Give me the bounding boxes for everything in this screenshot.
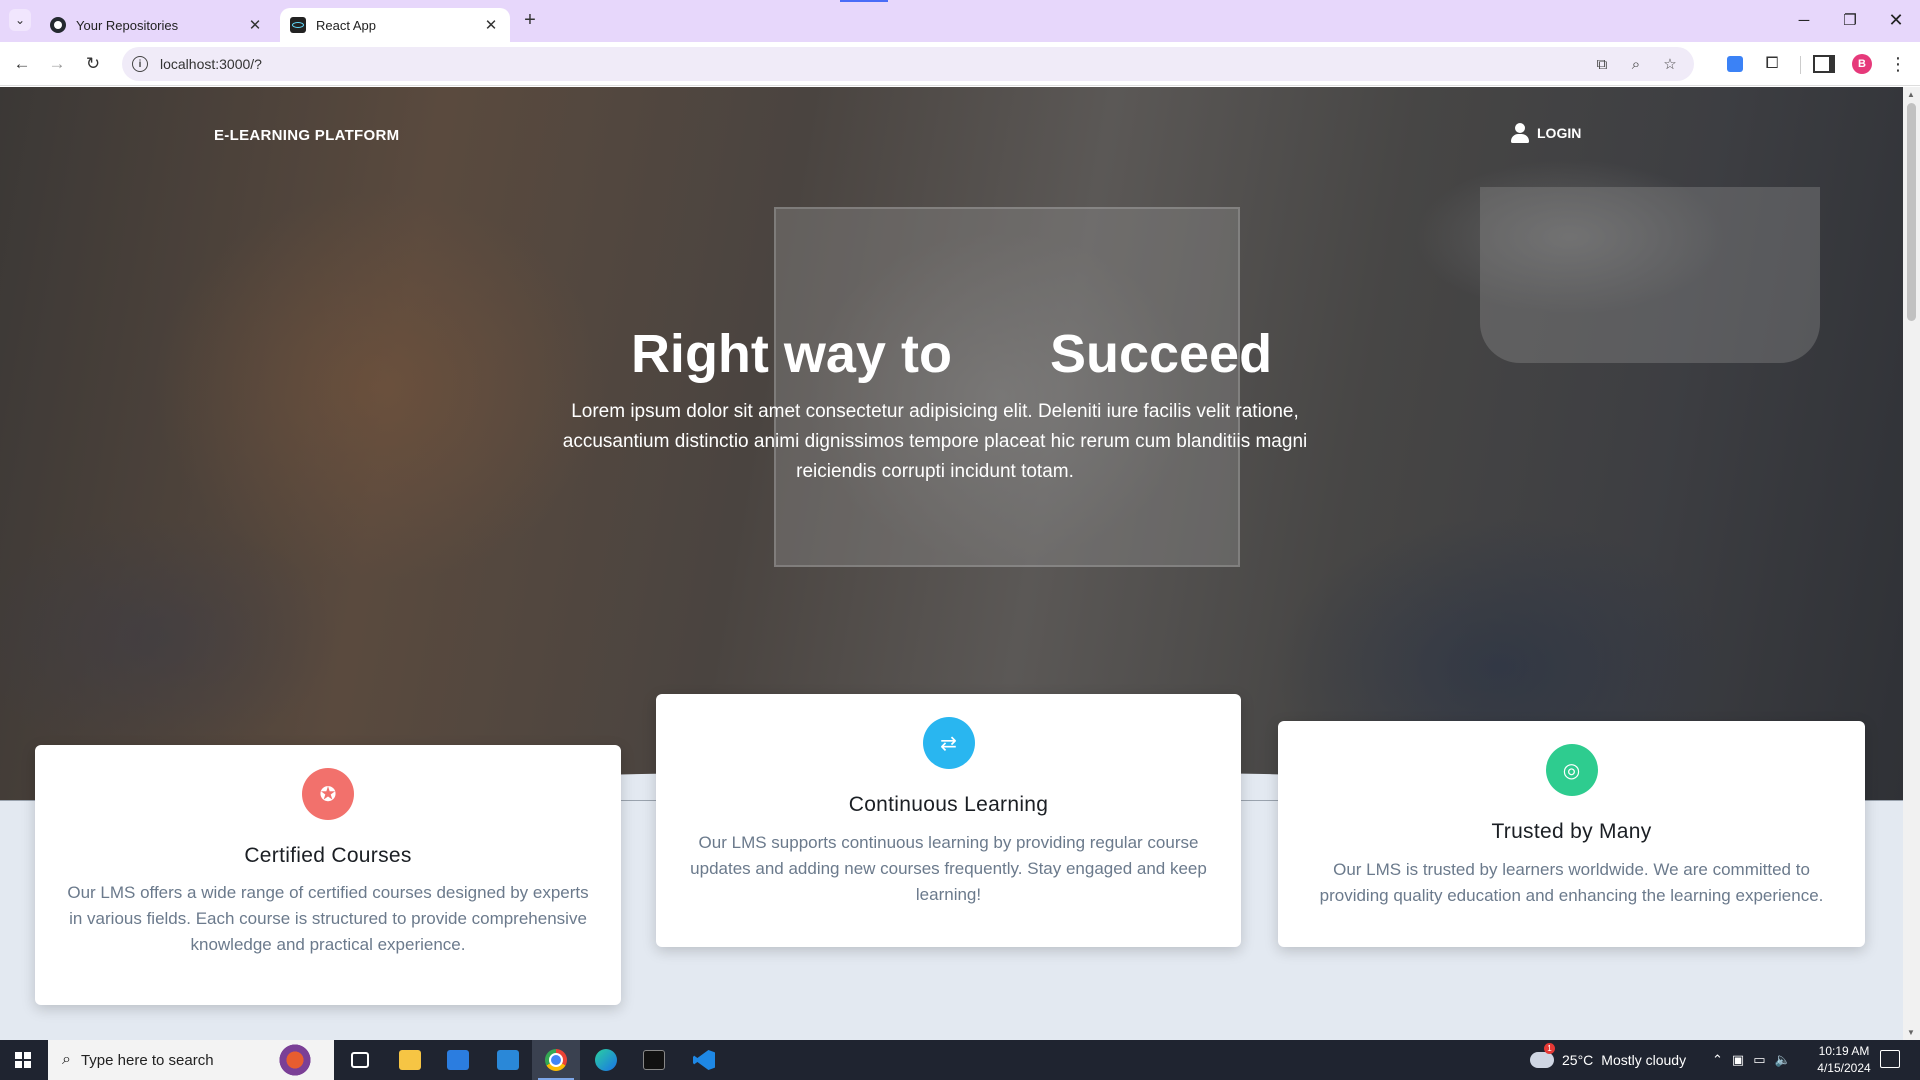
folder-icon [399, 1050, 421, 1070]
reload-button[interactable]: ↻ [81, 52, 105, 76]
scroll-up-icon[interactable]: ▲ [1907, 90, 1915, 99]
weather-condition: Mostly cloudy [1601, 1052, 1687, 1068]
scroll-down-icon[interactable]: ▼ [1907, 1028, 1915, 1037]
arrow-right-icon: → [48, 54, 66, 73]
restore-button[interactable]: ❐ [1830, 6, 1870, 34]
scrollbar-thumb[interactable] [1907, 103, 1916, 321]
github-icon [50, 17, 66, 33]
user-icon [1511, 123, 1529, 143]
tab-accent-bar [840, 0, 888, 2]
terminal-icon [643, 1050, 665, 1070]
site-brand[interactable]: E-LEARNING PLATFORM [214, 127, 399, 144]
mail-button[interactable] [484, 1040, 532, 1080]
vscode-button[interactable] [680, 1040, 728, 1080]
clock-date: 4/15/2024 [1817, 1061, 1871, 1075]
edge-button[interactable] [582, 1040, 630, 1080]
store-icon [447, 1050, 469, 1070]
taskbar-clock[interactable]: 10:19 AM 4/15/2024 [1816, 1043, 1872, 1077]
taskbar-search[interactable]: ⌕ Type here to search [48, 1040, 334, 1080]
camera-icon[interactable]: ▣ [1732, 1052, 1744, 1068]
zoom-icon[interactable]: ⌕ [1626, 54, 1646, 74]
mail-icon [497, 1050, 519, 1070]
arrow-left-icon: ← [13, 54, 31, 73]
feature-description: Our LMS supports continuous learning by … [690, 833, 1207, 904]
feature-card-trusted-by-many: ◎ Trusted by Many Our LMS is trusted by … [1278, 721, 1865, 947]
back-button[interactable]: ← [10, 52, 34, 76]
hero-title: Right way to Succeed [0, 323, 1903, 385]
window-close-button[interactable]: ✕ [1876, 6, 1916, 34]
tab-search-button[interactable]: ⌄ [9, 9, 31, 31]
login-label: LOGIN [1537, 125, 1582, 141]
feature-title: Certified Courses [244, 844, 412, 867]
tab-your-repositories[interactable]: Your Repositories ✕ [40, 8, 274, 42]
cloud-icon [1530, 1043, 1555, 1068]
hero-background-whiteboard [774, 207, 1240, 567]
fingerprint-icon: ◎ [1545, 744, 1598, 796]
windows-logo-icon [15, 1052, 31, 1068]
feature-title: Continuous Learning [848, 793, 1049, 816]
feature-description: Our LMS is trusted by learners worldwide… [1319, 860, 1824, 905]
feature-title: Trusted by Many [1491, 820, 1652, 843]
address-bar[interactable]: i localhost:3000/? ⧉ ⌕ ☆ [122, 47, 1694, 81]
browser-toolbar: ← → ↻ i localhost:3000/? ⧉ ⌕ ☆ ⧠ B ⋮ [0, 42, 1920, 86]
feature-card-certified-courses: ✪ Certified Courses Our LMS offers a wid… [35, 745, 621, 1005]
url-text[interactable]: localhost:3000/? [160, 56, 262, 72]
taskbar-search-placeholder: Type here to search [80, 1051, 214, 1069]
terminal-button[interactable] [630, 1040, 678, 1080]
windows-taskbar: ⌕ Type here to search 25°C Mostly cloudy… [0, 1040, 1920, 1080]
microsoft-store-button[interactable] [434, 1040, 482, 1080]
chevron-down-icon: ⌄ [14, 13, 26, 27]
search-icon: ⌕ [62, 1051, 71, 1068]
award-icon: ✪ [302, 768, 354, 820]
weather-widget[interactable]: 25°C Mostly cloudy [1530, 1040, 1686, 1080]
hero-title-left: Right way to [630, 324, 952, 384]
react-icon [290, 17, 306, 33]
hero-subtitle: Lorem ipsum dolor sit amet consectetur a… [562, 401, 1308, 482]
install-app-icon[interactable]: ⧉ [1592, 54, 1612, 74]
page-viewport: E-LEARNING PLATFORM LOGIN Right way to Su… [0, 87, 1903, 1040]
more-menu-icon[interactable]: ⋮ [1886, 52, 1910, 76]
forward-button[interactable]: → [45, 52, 69, 76]
toolbar-divider [1800, 56, 1801, 74]
tab-react-app[interactable]: React App ✕ [280, 8, 510, 42]
network-icon[interactable]: ▭ [1753, 1052, 1765, 1068]
chrome-button[interactable] [532, 1040, 580, 1080]
weather-temperature: 25°C [1562, 1052, 1594, 1068]
chrome-icon [545, 1049, 567, 1071]
info-icon[interactable]: i [132, 56, 148, 72]
notification-icon[interactable] [1880, 1050, 1900, 1068]
side-panel-icon[interactable] [1812, 52, 1836, 76]
tab-title: Your Repositories [76, 17, 179, 33]
bookmark-star-icon[interactable]: ☆ [1660, 54, 1680, 74]
search-highlight-icon [272, 1044, 318, 1076]
new-tab-button[interactable]: + [518, 9, 542, 31]
feature-card-continuous-learning: ⇄ Continuous Learning Our LMS supports c… [656, 694, 1241, 947]
feature-description: Our LMS offers a wide range of certified… [67, 883, 589, 954]
start-button[interactable] [0, 1040, 46, 1080]
tab-title: React App [316, 17, 376, 33]
minimize-button[interactable]: ─ [1784, 6, 1824, 34]
task-view-icon [351, 1052, 369, 1068]
browser-tab-bar: ⌄ Your Repositories ✕ React App ✕ + ─ ❐ … [0, 0, 1920, 42]
vscode-icon [693, 1050, 715, 1070]
hero-title-right: Succeed [1049, 324, 1273, 384]
clock-time: 10:19 AM [1818, 1044, 1870, 1058]
close-icon[interactable]: ✕ [482, 16, 500, 34]
close-icon[interactable]: ✕ [246, 16, 264, 34]
task-view-button[interactable] [336, 1040, 384, 1080]
reload-icon: ↻ [85, 54, 101, 73]
chevron-up-icon[interactable]: ⌃ [1712, 1052, 1723, 1068]
profile-avatar[interactable]: B [1852, 54, 1872, 74]
extension-icon[interactable] [1723, 52, 1747, 76]
extensions-puzzle-icon[interactable]: ⧠ [1760, 52, 1784, 76]
login-button[interactable]: LOGIN [1511, 123, 1581, 143]
repeat-icon: ⇄ [922, 717, 975, 769]
edge-icon [595, 1049, 617, 1071]
system-tray: ⌃ ▣ ▭ 🔈 [1712, 1040, 1791, 1080]
volume-icon[interactable]: 🔈 [1775, 1052, 1791, 1068]
file-explorer-button[interactable] [386, 1040, 434, 1080]
page-scrollbar[interactable]: ▲ ▼ [1903, 87, 1920, 1040]
